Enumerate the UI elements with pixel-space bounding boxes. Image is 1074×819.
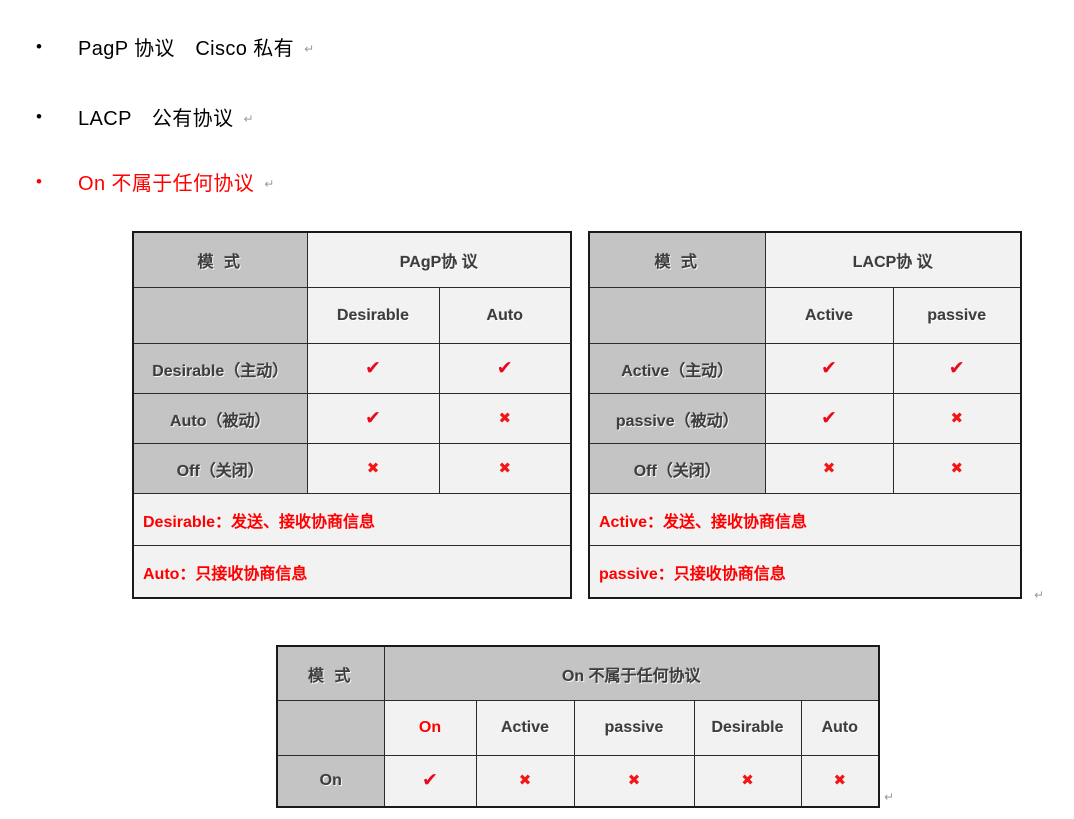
list-item: • PagP 协议 Cisco 私有 ↵ xyxy=(36,31,314,61)
matrix-cell: ✖ xyxy=(438,393,572,444)
matrix-cell: ✖ xyxy=(693,755,802,808)
matrix-cell: ✖ xyxy=(475,755,575,808)
column-header-cell: Active xyxy=(764,287,894,344)
row-header-cell: Desirable（主动） xyxy=(132,343,308,394)
table-row: Active：发送、接收协商信息 xyxy=(588,493,1022,546)
list-item-label: LACP 公有协议 xyxy=(78,107,234,130)
check-icon: ✔ xyxy=(365,357,381,379)
cross-icon: ✖ xyxy=(950,459,964,477)
column-header-cell: Auto xyxy=(438,287,572,344)
list-item-label: PagP 协议 Cisco 私有 xyxy=(78,37,295,60)
table-row: passive（被动） ✔ ✖ xyxy=(588,393,1022,444)
note-cell: Auto：只接收协商信息 xyxy=(132,545,572,599)
matrix-cell: ✖ xyxy=(892,393,1022,444)
matrix-cell: ✔ xyxy=(892,343,1022,394)
table-row: Desirable（主动） ✔ ✔ xyxy=(132,343,572,394)
mode-header-cell: 模 式 xyxy=(588,231,766,288)
row-header-cell: On xyxy=(276,755,385,808)
table-row: Active（主动） ✔ ✔ xyxy=(588,343,1022,394)
check-icon: ✔ xyxy=(821,357,837,379)
protocol-header-cell: On 不属于任何协议 xyxy=(383,645,880,701)
list-item-label: On 不属于任何协议 xyxy=(78,172,255,195)
table-row: Desirable Auto xyxy=(132,287,572,344)
matrix-cell: ✔ xyxy=(764,343,894,394)
matrix-cell: ✖ xyxy=(438,443,572,494)
matrix-cell: ✖ xyxy=(800,755,880,808)
table-row: On ✔ ✖ ✖ ✖ ✖ xyxy=(276,755,880,808)
line-break-icon: ↵ xyxy=(304,42,315,56)
mode-header-cell: 模 式 xyxy=(276,645,385,701)
table-row: 模 式 LACP协 议 xyxy=(588,231,1022,288)
check-icon: ✔ xyxy=(948,357,965,379)
line-break-icon: ↵ xyxy=(884,790,895,804)
pagp-mode-table: 模 式 PAgP协 议 Desirable Auto Desirable（主动）… xyxy=(132,231,572,599)
list-item: • On 不属于任何协议 ↵ xyxy=(36,166,274,196)
column-header-cell: Auto xyxy=(800,700,880,756)
empty-corner-cell xyxy=(276,700,385,756)
column-header-cell: passive xyxy=(573,700,695,756)
list-item: • LACP 公有协议 ↵ xyxy=(36,101,254,131)
lacp-mode-table: 模 式 LACP协 议 Active passive Active（主动） ✔ … xyxy=(588,231,1023,599)
table-row: passive：只接收协商信息 xyxy=(588,545,1022,599)
line-break-icon: ↵ xyxy=(264,177,275,191)
table-row: Auto（被动） ✔ ✖ xyxy=(132,393,572,444)
matrix-cell: ✔ xyxy=(306,393,440,444)
check-icon: ✔ xyxy=(365,407,381,429)
cross-icon: ✖ xyxy=(498,409,512,427)
check-icon: ✔ xyxy=(496,357,513,379)
table-row: Off（关闭） ✖ ✖ xyxy=(132,443,572,494)
matrix-cell: ✔ xyxy=(383,755,477,808)
bullet-marker-icon: • xyxy=(36,36,42,56)
column-header-cell: Desirable xyxy=(693,700,802,756)
table-row: 模 式 On 不属于任何协议 xyxy=(276,645,880,701)
row-header-cell: passive（被动） xyxy=(588,393,766,444)
column-header-cell: passive xyxy=(892,287,1022,344)
line-break-icon: ↵ xyxy=(1034,588,1045,602)
line-break-icon: ↵ xyxy=(243,112,254,126)
table-row: 模 式 PAgP协 议 xyxy=(132,231,572,288)
column-header-cell: Active xyxy=(475,700,575,756)
mode-header-cell: 模 式 xyxy=(132,231,308,288)
bullet-marker-icon: • xyxy=(36,171,42,191)
empty-corner-cell xyxy=(132,287,308,344)
row-header-cell: Active（主动） xyxy=(588,343,766,394)
table-row: Active passive xyxy=(588,287,1022,344)
matrix-cell: ✖ xyxy=(573,755,695,808)
cross-icon: ✖ xyxy=(822,459,836,477)
cross-icon: ✖ xyxy=(498,459,512,477)
empty-corner-cell xyxy=(588,287,766,344)
row-header-cell: Auto（被动） xyxy=(132,393,308,444)
protocol-header-cell: LACP协 议 xyxy=(764,231,1022,288)
cross-icon: ✖ xyxy=(833,772,847,789)
protocol-header-cell: PAgP协 议 xyxy=(306,231,572,288)
column-header-cell: On xyxy=(383,700,477,756)
matrix-cell: ✔ xyxy=(438,343,572,394)
column-header-cell: Desirable xyxy=(306,287,440,344)
matrix-cell: ✖ xyxy=(892,443,1022,494)
cross-icon: ✖ xyxy=(741,772,754,789)
note-cell: Desirable：发送、接收协商信息 xyxy=(132,493,572,546)
cross-icon: ✖ xyxy=(950,409,964,427)
cross-icon: ✖ xyxy=(627,772,641,789)
row-header-cell: Off（关闭） xyxy=(588,443,766,494)
matrix-cell: ✔ xyxy=(764,393,894,444)
table-row: Off（关闭） ✖ ✖ xyxy=(588,443,1022,494)
bullet-marker-icon: • xyxy=(36,106,42,126)
table-row: Auto：只接收协商信息 xyxy=(132,545,572,599)
cross-icon: ✖ xyxy=(518,772,532,789)
note-cell: Active：发送、接收协商信息 xyxy=(588,493,1022,546)
row-header-cell: Off（关闭） xyxy=(132,443,308,494)
table-row: Desirable：发送、接收协商信息 xyxy=(132,493,572,546)
matrix-cell: ✖ xyxy=(764,443,894,494)
check-icon: ✔ xyxy=(821,407,837,429)
table-row: On Active passive Desirable Auto xyxy=(276,700,880,756)
check-icon: ✔ xyxy=(422,770,438,791)
matrix-cell: ✖ xyxy=(306,443,440,494)
note-cell: passive：只接收协商信息 xyxy=(588,545,1022,599)
matrix-cell: ✔ xyxy=(306,343,440,394)
on-mode-table: 模 式 On 不属于任何协议 On Active passive Desirab… xyxy=(276,645,881,808)
cross-icon: ✖ xyxy=(366,459,380,477)
